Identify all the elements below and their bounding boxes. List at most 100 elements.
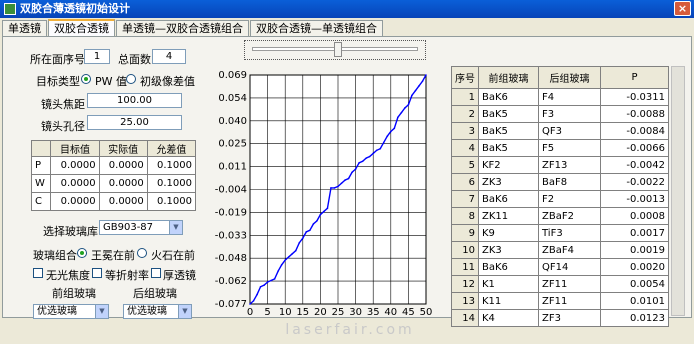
surface-index-input[interactable]: 1 bbox=[84, 49, 110, 64]
chart-point bbox=[390, 130, 392, 133]
aberration-cell[interactable]: 0.1000 bbox=[146, 192, 197, 211]
tab-single-lens[interactable]: 单透镜 bbox=[2, 20, 47, 37]
y-tick-label: 0.025 bbox=[218, 139, 247, 150]
chart-point bbox=[280, 263, 283, 266]
glass-row-index: 10 bbox=[451, 241, 479, 259]
tab-doublet[interactable]: 双胶合透镜 bbox=[48, 19, 115, 37]
table-row[interactable]: 7 BaK6 F2 -0.0013 bbox=[451, 190, 669, 208]
thick-lens-label: 厚透镜 bbox=[163, 269, 196, 282]
chevron-down-icon[interactable]: ▼ bbox=[95, 305, 108, 318]
aberration-cell[interactable]: 0.0000 bbox=[50, 174, 100, 193]
aberration-cell[interactable]: 0.1000 bbox=[146, 156, 197, 175]
flint-first-label: 火石在前 bbox=[151, 249, 195, 262]
aberration-cell: 0.0000 bbox=[98, 174, 148, 193]
thick-lens-checkbox[interactable] bbox=[151, 268, 161, 278]
table-row[interactable]: 5 KF2 ZF13 -0.0042 bbox=[451, 156, 669, 174]
no-power-checkbox[interactable] bbox=[33, 268, 43, 278]
table-row[interactable]: 12 K1 ZF11 0.0054 bbox=[451, 275, 669, 293]
chevron-down-icon[interactable]: ▼ bbox=[178, 305, 191, 318]
chart-point bbox=[358, 162, 360, 164]
chart-point bbox=[263, 284, 265, 286]
table-row[interactable]: 13 K11 ZF11 0.0101 bbox=[451, 292, 669, 310]
glass-row-index: 5 bbox=[451, 156, 479, 174]
glass-row-index: 2 bbox=[451, 105, 479, 123]
table-row[interactable]: 8 ZK11 ZBaF2 0.0008 bbox=[451, 207, 669, 225]
table-row[interactable]: 2 BaK5 F3 -0.0088 bbox=[451, 105, 669, 123]
glass-row-rear: ZF11 bbox=[538, 275, 601, 293]
chart-point bbox=[425, 74, 427, 76]
y-tick-label: 0.040 bbox=[218, 116, 247, 127]
table-row[interactable]: 6 ZK3 BaF8 -0.0022 bbox=[451, 173, 669, 191]
chart-point bbox=[365, 157, 367, 159]
chart-x-ticks: 0 5 10 15 20 25 30 35 40 45 50 bbox=[247, 307, 433, 318]
table-row[interactable]: 4 BaK5 F5 -0.0066 bbox=[451, 139, 669, 157]
rear-glass-value: 优选玻璃 bbox=[127, 306, 167, 317]
glass-row-p: 0.0101 bbox=[600, 292, 669, 310]
glass-row-index: 3 bbox=[451, 122, 479, 140]
glass-row-rear: QF14 bbox=[538, 258, 601, 276]
chart-point bbox=[382, 141, 385, 144]
glass-row-p: 0.0008 bbox=[600, 207, 669, 225]
aberration-cell[interactable]: 0.0000 bbox=[50, 156, 100, 175]
flint-first-radio[interactable] bbox=[137, 248, 147, 258]
y-tick-label: -0.019 bbox=[215, 207, 247, 218]
chart-point bbox=[309, 229, 311, 232]
glass-row-index: 7 bbox=[451, 190, 479, 208]
table-row[interactable]: 11 BaK6 QF14 0.0020 bbox=[451, 258, 669, 276]
chart-point bbox=[361, 160, 364, 163]
chart-point bbox=[305, 231, 308, 233]
chart-point bbox=[344, 179, 346, 181]
glass-header-index: 序号 bbox=[451, 66, 479, 89]
chart-point bbox=[330, 187, 332, 189]
chart-point bbox=[337, 185, 339, 188]
target-primary-radio[interactable] bbox=[126, 74, 136, 84]
table-row[interactable]: 3 BaK5 QF3 -0.0084 bbox=[451, 122, 669, 140]
glass-row-p: 0.0054 bbox=[600, 275, 669, 293]
aberration-cell[interactable]: 0.0000 bbox=[50, 192, 100, 211]
tab-doublet-single-combo[interactable]: 双胶合透镜—单透镜组合 bbox=[250, 20, 383, 37]
table-scrollbar[interactable] bbox=[671, 66, 685, 316]
crown-first-radio[interactable] bbox=[77, 248, 87, 258]
focal-length-input[interactable]: 100.00 bbox=[87, 93, 182, 108]
table-row[interactable]: 1 BaK6 F4 -0.0311 bbox=[451, 88, 669, 106]
close-button[interactable]: × bbox=[674, 1, 691, 16]
glass-row-index: 11 bbox=[451, 258, 479, 276]
glass-row-front: ZK3 bbox=[478, 173, 539, 191]
watermark: laserfair.com bbox=[285, 322, 415, 338]
slider-thumb[interactable] bbox=[334, 42, 343, 57]
chart-point bbox=[379, 147, 382, 150]
aberration-cell[interactable]: 0.1000 bbox=[146, 174, 197, 193]
glass-row-front: BaK5 bbox=[478, 105, 539, 123]
aberration-header-actual: 实际值 bbox=[98, 140, 148, 157]
total-surfaces-input[interactable]: 4 bbox=[152, 49, 186, 64]
chart-point bbox=[397, 116, 399, 119]
table-row[interactable]: 9 K9 TiF3 0.0017 bbox=[451, 224, 669, 242]
aberration-header-target: 目标值 bbox=[50, 140, 100, 157]
glass-library-select[interactable]: GB903-87 ▼ bbox=[99, 220, 183, 235]
chevron-down-icon[interactable]: ▼ bbox=[169, 221, 182, 234]
y-tick-label: -0.033 bbox=[215, 230, 247, 241]
target-pw-radio[interactable] bbox=[81, 74, 91, 84]
chart-point bbox=[351, 171, 353, 174]
glass-row-front: BaK6 bbox=[478, 190, 539, 208]
chart-point bbox=[316, 220, 318, 222]
chart-point bbox=[372, 152, 374, 155]
glass-row-rear: QF3 bbox=[538, 122, 601, 140]
aberration-cell: 0.0000 bbox=[98, 192, 148, 211]
y-tick-label: -0.077 bbox=[215, 299, 247, 310]
x-tick-label: 20 bbox=[314, 307, 327, 318]
aperture-input[interactable]: 25.00 bbox=[87, 115, 182, 130]
glass-row-index: 8 bbox=[451, 207, 479, 225]
rear-glass-select[interactable]: 优选玻璃 ▼ bbox=[123, 304, 192, 319]
y-tick-label: 0.054 bbox=[218, 93, 247, 104]
x-tick-label: 40 bbox=[384, 307, 397, 318]
tab-single-doublet-combo[interactable]: 单透镜—双胶合透镜组合 bbox=[116, 20, 249, 37]
table-row[interactable]: 14 K4 ZF3 0.0123 bbox=[451, 309, 669, 327]
glass-row-front: BaK5 bbox=[478, 139, 539, 157]
front-glass-select[interactable]: 优选玻璃 ▼ bbox=[33, 304, 109, 319]
table-row[interactable]: 10 ZK3 ZBaF4 0.0019 bbox=[451, 241, 669, 259]
chart-point bbox=[407, 104, 410, 106]
y-tick-label: 0.069 bbox=[218, 70, 247, 81]
equal-index-checkbox[interactable] bbox=[92, 268, 102, 278]
chart-point bbox=[266, 281, 269, 283]
